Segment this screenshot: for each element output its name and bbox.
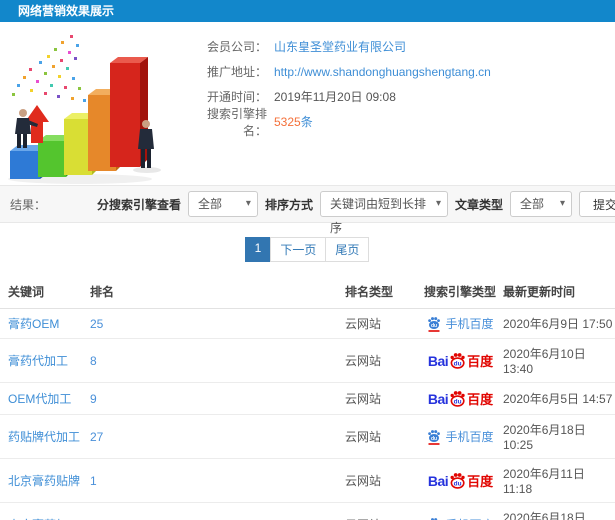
baidu-logo-icon: Bai du 百度: [427, 390, 494, 408]
col-header-rank: 排名: [90, 274, 345, 309]
mobile-baidu-label: 手机百度: [445, 317, 494, 331]
table-row: 膏药代加工 8 云网站 Bai du 百度 2020年6月10日 13:40: [0, 338, 615, 383]
rank-type-cell: 云网站: [345, 354, 382, 368]
col-header-rank-type: 排名类型: [345, 274, 418, 309]
rank-type-cell: 云网站: [345, 392, 382, 406]
col-header-keyword: 关键词: [0, 274, 90, 309]
next-page-button[interactable]: 下一页: [270, 237, 327, 262]
table-row: OEM代加工 9 云网站 Bai du 百度 2020年6月5日 14:57: [0, 382, 615, 415]
svg-text:du: du: [431, 436, 437, 442]
results-table: 关键词 排名 排名类型 搜索引擎类型 最新更新时间 膏药OEM 25 云网站 d…: [0, 274, 615, 520]
mobile-baidu-label: 手机百度: [445, 516, 493, 520]
rank-link[interactable]: 27: [90, 430, 103, 444]
updated-cell: 2020年6月9日 17:50: [503, 317, 613, 331]
baidu-paw-icon: du: [450, 353, 465, 369]
col-header-engine-type: 搜索引擎类型: [418, 274, 503, 309]
mobile-baidu-icon: du 手机百度: [427, 516, 494, 520]
promotion-url-link[interactable]: http://www.shandonghuangshengtang.cn: [274, 65, 491, 79]
article-type-label: 文章类型: [454, 197, 503, 212]
rank-link[interactable]: 1: [90, 474, 97, 488]
company-info: 会员公司： 山东皇圣堂药业有限公司 推广地址： http://www.shand…: [185, 29, 615, 185]
rank-label: 搜索引擎排名：: [206, 106, 267, 138]
keyword-cell: 北京膏药贴牌: [8, 474, 81, 488]
growth-chart-illustration: [8, 35, 161, 184]
engine-filter-label: 分搜索引擎查看: [96, 197, 181, 212]
table-row: 药贴牌代加工 27 云网站 du 手机百度 2020年6月18日 10:25: [0, 414, 615, 459]
updated-cell: 2020年6月18日 10:25: [503, 423, 586, 452]
rank-link[interactable]: 25: [90, 317, 103, 331]
keyword-cell: 膏药代加工: [8, 354, 69, 368]
baidu-logo-icon: Bai du 百度: [427, 352, 494, 370]
article-type-select[interactable]: 全部 ▾: [509, 191, 572, 217]
baidu-paw-icon: du: [450, 391, 465, 407]
rank-type-cell: 云网站: [345, 430, 382, 444]
url-label: 推广地址：: [206, 65, 267, 79]
mobile-paw-icon: du: [428, 316, 441, 332]
rank-suffix: 条: [300, 115, 313, 129]
svg-text:du: du: [454, 398, 462, 405]
keyword-cell: 药贴牌代加工: [8, 430, 81, 444]
updated-cell: 2020年6月18日 10:19: [503, 511, 586, 520]
keyword-cell: 膏药OEM: [8, 317, 60, 331]
svg-text:du: du: [454, 480, 462, 487]
engine-select[interactable]: 全部 ▾: [187, 191, 258, 217]
chevron-down-icon: ▾: [245, 198, 251, 209]
pagination: 1 下一页 尾页: [0, 237, 615, 262]
mobile-paw-icon: du: [429, 517, 440, 520]
table-row: 枣庄膏药加工 1,4,6 云网站 du 手机百度 2020年6月18日 10:1…: [0, 502, 615, 520]
rank-count: 5325: [274, 115, 301, 129]
engine-select-value: 全部: [197, 197, 222, 211]
svg-text:du: du: [454, 360, 462, 367]
opened-label: 开通时间：: [206, 90, 267, 104]
updated-cell: 2020年6月10日 13:40: [503, 347, 586, 376]
updated-cell: 2020年6月11日 11:18: [503, 467, 585, 496]
article-type-select-value: 全部: [519, 197, 544, 211]
table-body: 膏药OEM 25 云网站 du 手机百度 2020年6月9日 17:50 膏药代…: [0, 308, 615, 520]
sort-filter-label: 排序方式: [264, 197, 313, 212]
info-section: 会员公司： 山东皇圣堂药业有限公司 推广地址： http://www.shand…: [0, 22, 615, 185]
result-label: 结果：: [10, 197, 47, 212]
keyword-cell: OEM代加工: [8, 392, 72, 406]
table-row: 北京膏药贴牌 1 云网站 Bai du 百度 2020年6月11日 11:18: [0, 458, 615, 503]
page-title: 网络营销效果展示: [18, 4, 115, 18]
confetti-dots: [12, 35, 93, 107]
mobile-paw-icon: du: [428, 429, 441, 445]
company-label: 会员公司：: [206, 40, 267, 54]
sort-select-value: 关键词由短到长排序: [329, 197, 426, 235]
filter-bar: 结果： 分搜索引擎查看 全部 ▾ 排序方式 关键词由短到长排序 ▾ 文章类型 全…: [0, 185, 615, 235]
titlebar: 网络营销效果展示: [0, 0, 615, 22]
opened-value: 2019年11月20日 09:08: [274, 90, 396, 104]
page-1-button[interactable]: 1: [244, 237, 272, 262]
submit-button[interactable]: 提交: [578, 191, 615, 217]
table-row: 膏药OEM 25 云网站 du 手机百度 2020年6月9日 17:50: [0, 308, 615, 339]
company-link[interactable]: 山东皇圣堂药业有限公司: [274, 38, 406, 55]
sort-select[interactable]: 关键词由短到长排序 ▾: [319, 191, 448, 235]
chevron-down-icon: ▾: [559, 198, 565, 209]
updated-cell: 2020年6月5日 14:57: [503, 392, 613, 406]
baidu-paw-icon: du: [450, 473, 465, 489]
baidu-logo-icon: Bai du 百度: [427, 472, 494, 490]
last-page-button[interactable]: 尾页: [325, 237, 370, 262]
mobile-baidu-label: 手机百度: [445, 430, 494, 444]
rank-type-cell: 云网站: [345, 317, 382, 331]
mobile-baidu-icon: du 手机百度: [427, 428, 494, 445]
col-header-updated: 最新更新时间: [503, 274, 615, 309]
rank-link[interactable]: 9: [90, 392, 97, 406]
rank-link[interactable]: 8: [90, 354, 97, 368]
chevron-down-icon: ▾: [435, 198, 441, 209]
svg-text:du: du: [431, 323, 437, 329]
rank-type-cell: 云网站: [345, 474, 382, 488]
mobile-baidu-icon: du 手机百度: [427, 315, 494, 332]
